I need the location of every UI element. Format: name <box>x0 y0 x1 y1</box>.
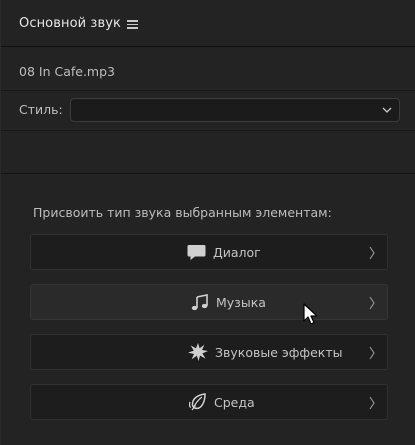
panel-header: Основной звук <box>1 0 415 47</box>
speech-bubble-icon <box>187 244 206 260</box>
ambience-label: Среда <box>214 394 255 410</box>
panel-title: Основной звук <box>19 16 121 31</box>
ambience-type-button[interactable]: Среда <box>30 384 388 420</box>
music-note-icon <box>191 293 208 310</box>
ambience-leaf-icon <box>189 393 206 411</box>
clip-name-row: 08 In Cafe.mp3 <box>1 47 415 91</box>
style-row: Стиль: <box>1 91 415 131</box>
sfx-label: Звуковые эффекты <box>215 344 343 360</box>
dialogue-type-button[interactable]: Диалог <box>30 234 388 270</box>
music-label: Музыка <box>216 294 266 310</box>
music-type-button[interactable]: Музыка <box>30 284 388 320</box>
hamburger-menu-icon[interactable] <box>127 20 138 29</box>
style-dropdown[interactable] <box>70 98 400 122</box>
assign-type-section: Присвоить тип звука выбранным элементам:… <box>1 174 415 445</box>
dialogue-label: Диалог <box>213 244 261 260</box>
style-label: Стиль: <box>19 102 63 117</box>
chevron-right-icon <box>369 346 375 360</box>
chevron-right-icon <box>369 296 375 310</box>
sfx-type-button[interactable]: Звуковые эффекты <box>30 334 388 370</box>
assign-type-label: Присвоить тип звука выбранным элементам: <box>33 205 332 220</box>
empty-section <box>1 131 415 174</box>
essential-sound-panel: Основной звук 08 In Cafe.mp3 Стиль: Прис… <box>0 0 415 445</box>
starburst-icon <box>188 343 208 361</box>
clip-file-name: 08 In Cafe.mp3 <box>19 64 115 79</box>
chevron-right-icon <box>369 396 375 410</box>
chevron-right-icon <box>369 246 375 260</box>
chevron-down-icon <box>382 107 392 113</box>
